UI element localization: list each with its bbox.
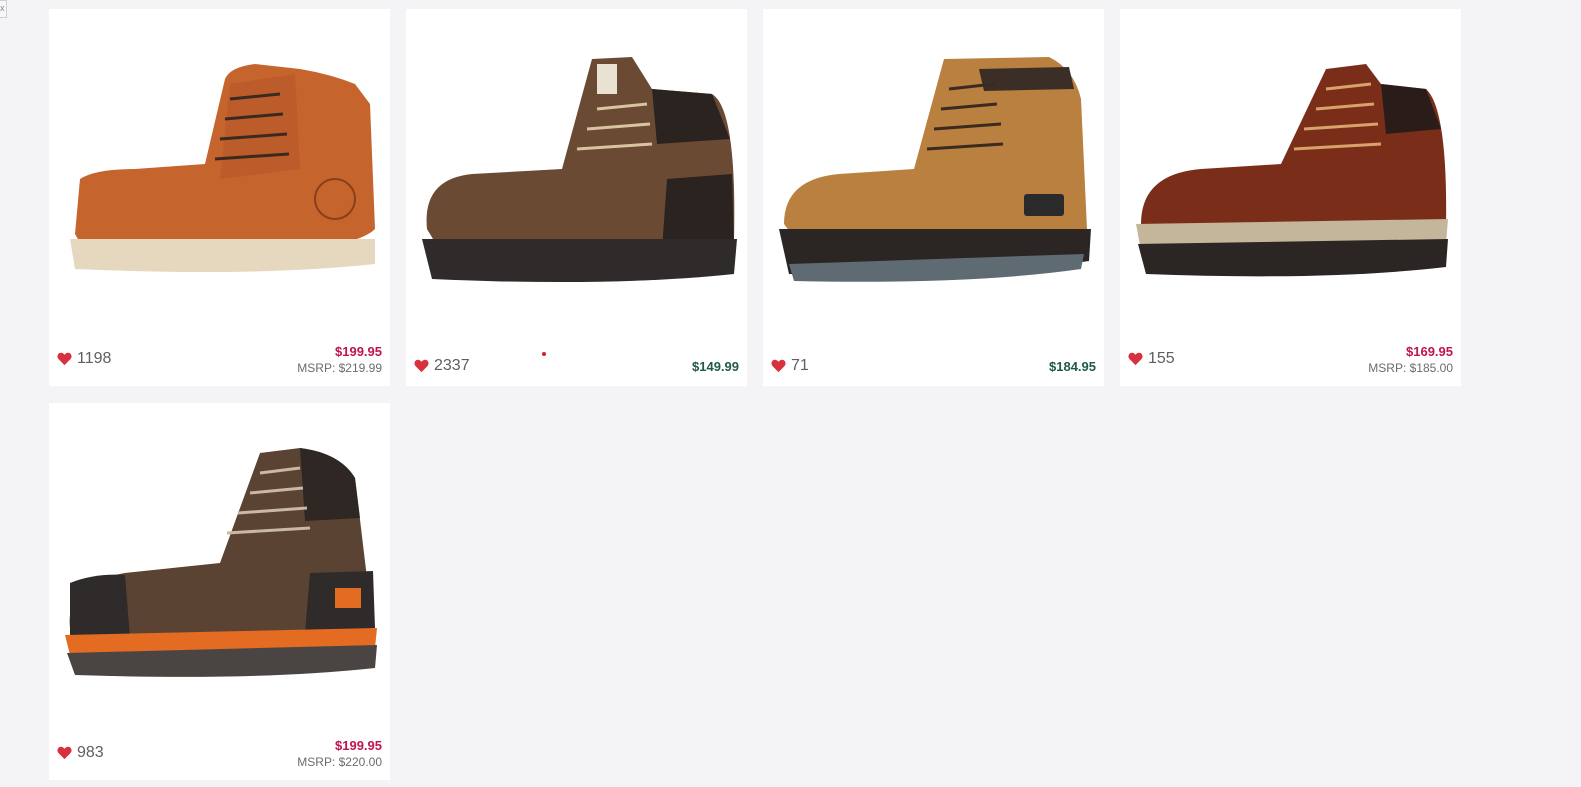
- msrp-price: MSRP: $219.99: [297, 361, 382, 375]
- sale-price: $169.95: [1406, 344, 1453, 359]
- price: $149.99: [692, 359, 739, 374]
- likes-count[interactable]: 1198: [57, 350, 111, 368]
- price-block: $199.95 MSRP: $219.99: [297, 344, 382, 375]
- boot-image-tan-wedge: [69, 64, 375, 273]
- product-image[interactable]: [49, 403, 390, 703]
- product-card[interactable]: 155 $169.95 MSRP: $185.00: [1120, 9, 1461, 386]
- likes-number: 71: [791, 357, 809, 374]
- price: $184.95: [1049, 359, 1096, 374]
- sale-price: $199.95: [335, 738, 382, 753]
- likes-count[interactable]: 71: [771, 357, 809, 375]
- heart-icon[interactable]: [414, 359, 429, 373]
- likes-count[interactable]: 2337: [414, 357, 470, 375]
- heart-icon[interactable]: [57, 746, 72, 760]
- likes-count[interactable]: 155: [1128, 350, 1175, 368]
- price-block: $199.95 MSRP: $220.00: [297, 738, 382, 769]
- corner-glyph: x: [0, 0, 7, 18]
- likes-number: 1198: [77, 350, 112, 367]
- msrp-price: MSRP: $185.00: [1368, 361, 1453, 375]
- boot-image-tan-ariat: [778, 57, 1091, 282]
- heart-icon[interactable]: [57, 352, 72, 366]
- carousel-dot[interactable]: [542, 352, 546, 356]
- product-card[interactable]: 71 $184.95: [763, 9, 1104, 386]
- price-block: $169.95 MSRP: $185.00: [1368, 344, 1453, 375]
- sale-price: $199.95: [335, 344, 382, 359]
- heart-icon[interactable]: [1128, 352, 1143, 366]
- product-image[interactable]: [406, 9, 747, 309]
- msrp-price: MSRP: $220.00: [297, 755, 382, 769]
- product-image[interactable]: [1120, 9, 1461, 309]
- product-card[interactable]: 2337 $149.99: [406, 9, 747, 386]
- price-block: $184.95: [1049, 359, 1096, 374]
- boot-image-brown-carhartt: [421, 57, 737, 283]
- likes-number: 983: [77, 744, 104, 761]
- likes-number: 155: [1148, 350, 1175, 367]
- product-image[interactable]: [763, 9, 1104, 309]
- heart-icon[interactable]: [771, 359, 786, 373]
- price-block: $149.99: [692, 359, 739, 374]
- product-image[interactable]: [49, 9, 390, 309]
- product-card[interactable]: 983 $199.95 MSRP: $220.00: [49, 403, 390, 780]
- boot-image-red-brown-wolverine: [1135, 64, 1448, 277]
- likes-number: 2337: [434, 357, 470, 374]
- likes-count[interactable]: 983: [57, 744, 104, 762]
- product-card[interactable]: 1198 $199.95 MSRP: $219.99: [49, 9, 390, 386]
- boot-image-brown-timberland-pro: [64, 448, 377, 677]
